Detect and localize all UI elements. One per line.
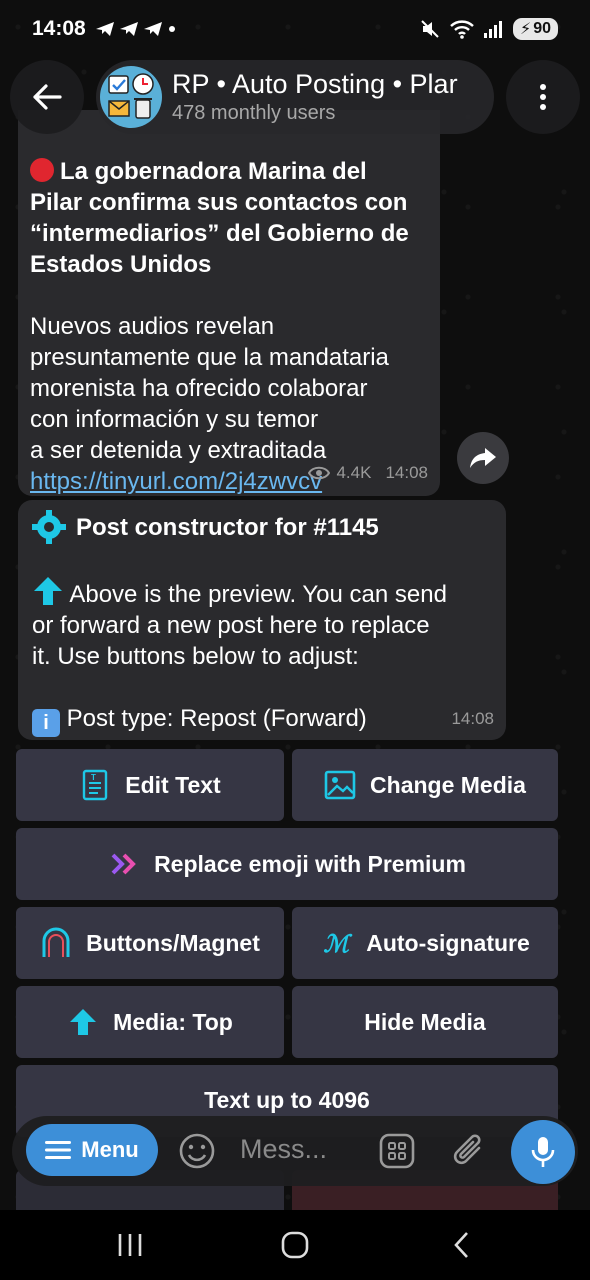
status-time: 14:08 bbox=[32, 17, 86, 40]
message-input[interactable]: Mess... bbox=[240, 1134, 327, 1165]
system-navigation-bar bbox=[0, 1210, 590, 1280]
attach-button[interactable] bbox=[448, 1130, 490, 1172]
bot-message[interactable]: Post constructor for #1145 Above is the … bbox=[18, 500, 506, 740]
edit-text-button[interactable]: T Edit Text bbox=[16, 749, 284, 821]
hamburger-icon bbox=[45, 1141, 72, 1159]
magnet-icon bbox=[40, 927, 72, 959]
message-meta: 14:08 bbox=[451, 703, 494, 734]
chat-header: RP • Auto Posting • Plar 478 monthly use… bbox=[0, 58, 590, 140]
view-count: 4.4K bbox=[336, 463, 372, 482]
home-icon bbox=[281, 1231, 309, 1259]
up-arrow-icon bbox=[67, 1006, 99, 1038]
chevron-left-icon bbox=[454, 1232, 468, 1258]
home-button[interactable] bbox=[275, 1228, 315, 1262]
change-media-button[interactable]: Change Media bbox=[292, 749, 558, 821]
share-arrow-icon bbox=[470, 448, 496, 468]
microphone-icon bbox=[531, 1137, 555, 1167]
replace-emoji-button[interactable]: Replace emoji with Premium bbox=[16, 828, 558, 900]
media-position-button[interactable]: Media: Top bbox=[16, 986, 284, 1058]
mute-icon bbox=[421, 20, 439, 38]
auto-signature-button[interactable]: ℳ Auto-signature bbox=[292, 907, 558, 979]
forward-button[interactable] bbox=[457, 432, 509, 484]
post-type: Post type: Repost (Forward) bbox=[66, 705, 367, 732]
smiley-icon bbox=[179, 1133, 215, 1169]
recent-apps-button[interactable] bbox=[110, 1228, 150, 1262]
avatar-icons bbox=[108, 73, 154, 119]
wifi-icon bbox=[450, 20, 474, 39]
voice-message-button[interactable] bbox=[511, 1120, 575, 1184]
constructor-title-row: Post constructor for #1145 bbox=[32, 510, 494, 544]
info-icon: i bbox=[32, 709, 60, 737]
bot-menu-button[interactable]: Menu bbox=[26, 1124, 158, 1176]
more-vertical-icon bbox=[540, 84, 546, 110]
message-time: 14:08 bbox=[451, 709, 494, 728]
premium-chevrons-icon bbox=[108, 848, 140, 880]
svg-text:T: T bbox=[91, 773, 96, 782]
message-input-bar: Menu Mess... bbox=[12, 1116, 578, 1186]
battery-level: 90 bbox=[533, 20, 551, 37]
battery-indicator: ⚡ 90 bbox=[512, 18, 558, 40]
battery-icon: ⚡ bbox=[519, 21, 532, 38]
recent-apps-icon bbox=[118, 1234, 142, 1256]
eye-icon bbox=[308, 466, 331, 479]
grid-icon bbox=[379, 1133, 415, 1169]
system-back-button[interactable] bbox=[442, 1228, 482, 1262]
emoji-button[interactable] bbox=[176, 1130, 218, 1172]
more-options-button[interactable] bbox=[506, 60, 580, 134]
chat-subtitle: 478 monthly users bbox=[172, 102, 336, 124]
signature-icon: ℳ bbox=[323, 928, 350, 958]
bot-commands-button[interactable] bbox=[376, 1130, 418, 1172]
up-arrow-icon bbox=[34, 577, 62, 605]
gear-icon bbox=[32, 510, 66, 544]
telegram-notification-icons bbox=[95, 22, 175, 36]
signal-icon bbox=[483, 21, 502, 38]
constructor-title: Post constructor for #1145 bbox=[76, 513, 379, 541]
chat-title: RP • Auto Posting • Plar bbox=[172, 69, 458, 99]
document-icon: T bbox=[79, 769, 111, 801]
back-button[interactable] bbox=[10, 60, 84, 134]
channel-avatar bbox=[100, 66, 162, 128]
hide-media-button[interactable]: Hide Media bbox=[292, 986, 558, 1058]
status-bar: 14:08 ⚡ 90 bbox=[0, 0, 590, 58]
red-circle-icon bbox=[30, 158, 54, 182]
post-headline: La gobernadora Marina del Pilar confirma… bbox=[30, 158, 409, 278]
chat-title-area[interactable]: RP • Auto Posting • Plar 478 monthly use… bbox=[96, 60, 494, 134]
post-type-line: i Post type: Repost (Forward) bbox=[32, 703, 494, 737]
channel-post-message[interactable]: La gobernadora Marina del Pilar confirma… bbox=[18, 110, 440, 496]
buttons-magnet-button[interactable]: Buttons/Magnet bbox=[16, 907, 284, 979]
arrow-left-icon bbox=[33, 84, 62, 110]
paperclip-icon bbox=[453, 1134, 481, 1165]
message-time: 14:08 bbox=[385, 463, 428, 482]
post-link[interactable]: https://tinyurl.com/2j4zwvcv bbox=[30, 468, 322, 495]
message-meta: 4.4K 14:08 bbox=[308, 457, 428, 488]
image-icon bbox=[324, 769, 356, 801]
constructor-body: Above is the preview. You can send or fo… bbox=[32, 575, 494, 672]
